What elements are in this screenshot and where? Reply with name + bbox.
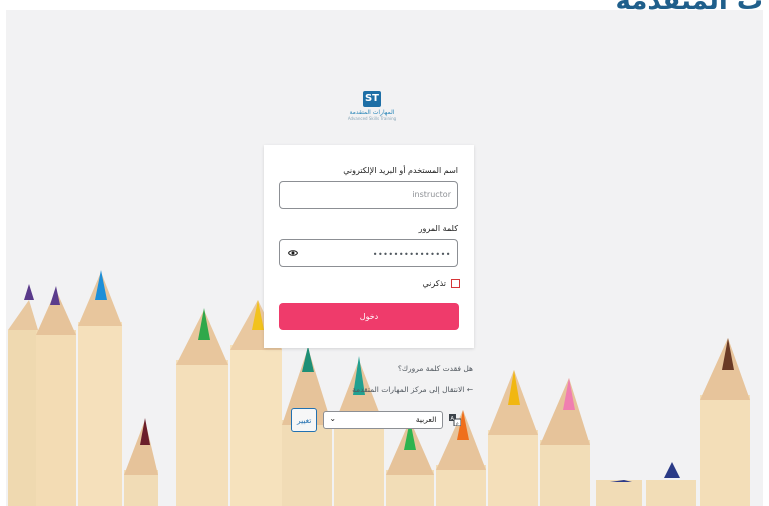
login-button[interactable]: دخول bbox=[279, 303, 459, 330]
logo-mark-icon: ST bbox=[363, 91, 381, 107]
username-value: instructor bbox=[412, 190, 451, 199]
language-select[interactable]: ⌄ العربية bbox=[323, 411, 444, 429]
svg-text:A: A bbox=[451, 416, 455, 422]
language-selected-value: العربية bbox=[415, 415, 437, 424]
remember-label: تذكرني bbox=[422, 278, 446, 288]
password-field[interactable]: ••••••••••••••• bbox=[279, 239, 458, 267]
left-edge bbox=[0, 10, 6, 506]
password-value: ••••••••••••••• bbox=[372, 250, 451, 259]
login-card: اسم المستخدم أو البريد الإلكتروني instru… bbox=[264, 145, 474, 348]
show-password-eye-icon[interactable] bbox=[288, 248, 298, 258]
right-edge bbox=[763, 10, 769, 506]
svg-text:ع: ع bbox=[456, 421, 459, 426]
username-label: اسم المستخدم أو البريد الإلكتروني bbox=[343, 166, 458, 175]
logo-name: المهارات المتقدمة bbox=[349, 109, 395, 116]
chevron-down-icon: ⌄ bbox=[329, 414, 337, 423]
lost-password-link[interactable]: هل فقدت كلمة مرورك؟ bbox=[398, 364, 473, 373]
username-field[interactable]: instructor bbox=[279, 181, 458, 209]
change-language-button[interactable]: تغيير bbox=[291, 408, 318, 432]
remember-me[interactable]: تذكرني bbox=[422, 277, 460, 289]
language-switcher: تغيير ⌄ العربية A ع bbox=[291, 408, 462, 432]
remember-checkbox[interactable] bbox=[451, 278, 460, 288]
logo-subtitle: Advanced Skills Training bbox=[347, 116, 397, 121]
corner-brand-text: ت المتقدمة bbox=[615, 0, 764, 16]
password-label: كلمة المرور bbox=[418, 224, 458, 233]
translation-icon: A ع bbox=[449, 414, 462, 426]
site-logo[interactable]: ST المهارات المتقدمة Advanced Skills Tra… bbox=[337, 86, 407, 122]
back-to-site-link[interactable]: ← الانتقال إلى مركز المهارات المتقدمة bbox=[352, 385, 473, 394]
